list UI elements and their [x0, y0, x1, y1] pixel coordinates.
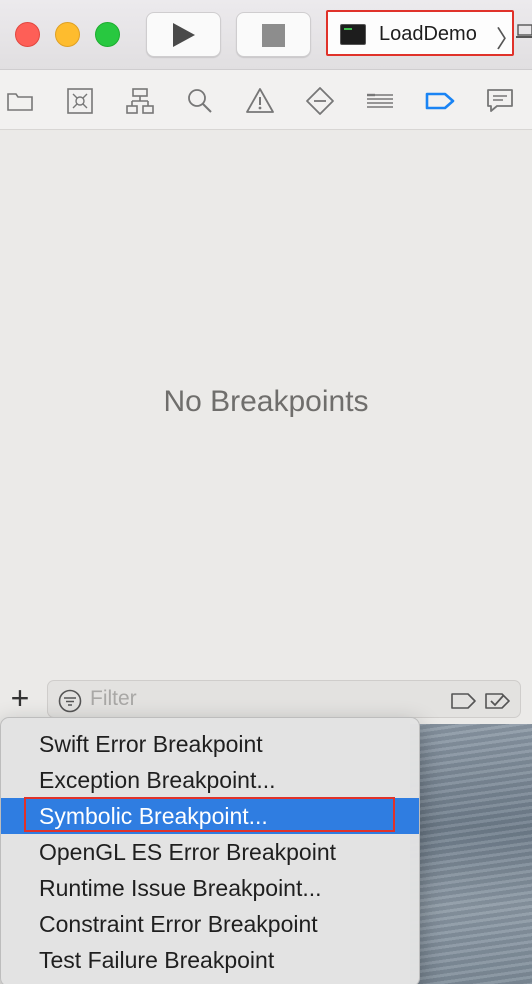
play-icon [173, 23, 195, 47]
hierarchy-icon[interactable] [125, 86, 155, 116]
desktop-background [410, 724, 532, 984]
device-icon[interactable] [516, 22, 532, 40]
menu-item-runtime-issue-breakpoint[interactable]: Runtime Issue Breakpoint... [1, 870, 419, 906]
run-button[interactable] [146, 12, 221, 57]
filter-input[interactable] [90, 686, 440, 712]
menu-item-test-failure-breakpoint[interactable]: Test Failure Breakpoint [1, 942, 419, 978]
stop-icon [262, 24, 285, 47]
window-toolbar: LoadDemo 〉 [0, 0, 532, 70]
breakpoint-icon[interactable] [425, 86, 455, 116]
source-control-icon[interactable] [65, 86, 95, 116]
list-icon[interactable] [365, 86, 395, 116]
speech-bubble-icon[interactable] [485, 86, 515, 116]
diamond-icon[interactable] [305, 86, 335, 116]
folder-icon[interactable] [5, 86, 35, 116]
enabled-checkbox-icon[interactable] [484, 690, 512, 712]
add-breakpoint-menu: Swift Error Breakpoint Exception Breakpo… [0, 717, 420, 984]
breakpoint-list: No Breakpoints [0, 131, 532, 676]
menu-item-constraint-error-breakpoint[interactable]: Constraint Error Breakpoint [1, 906, 419, 942]
add-breakpoint-button[interactable]: + [6, 682, 34, 716]
empty-state-message: No Breakpoints [163, 385, 369, 418]
filter-icon[interactable] [58, 689, 82, 713]
menu-item-swift-error-breakpoint[interactable]: Swift Error Breakpoint [1, 726, 419, 762]
terminal-app-icon [340, 24, 366, 45]
menu-item-symbolic-breakpoint[interactable]: Symbolic Breakpoint... [1, 798, 419, 834]
stop-button[interactable] [236, 12, 311, 57]
breakpoint-outline-icon[interactable] [450, 690, 478, 712]
scheme-name: LoadDemo [379, 23, 477, 45]
navigator-tab-bar [0, 70, 532, 130]
minimize-window-button[interactable] [55, 22, 80, 47]
menu-item-opengl-es-error-breakpoint[interactable]: OpenGL ES Error Breakpoint [1, 834, 419, 870]
warning-icon[interactable] [245, 86, 275, 116]
scheme-selector[interactable]: LoadDemo 〉 [326, 10, 520, 56]
close-window-button[interactable] [15, 22, 40, 47]
menu-item-exception-breakpoint[interactable]: Exception Breakpoint... [1, 762, 419, 798]
filter-field [47, 680, 521, 718]
magnifier-icon[interactable] [185, 86, 215, 116]
zoom-window-button[interactable] [95, 22, 120, 47]
